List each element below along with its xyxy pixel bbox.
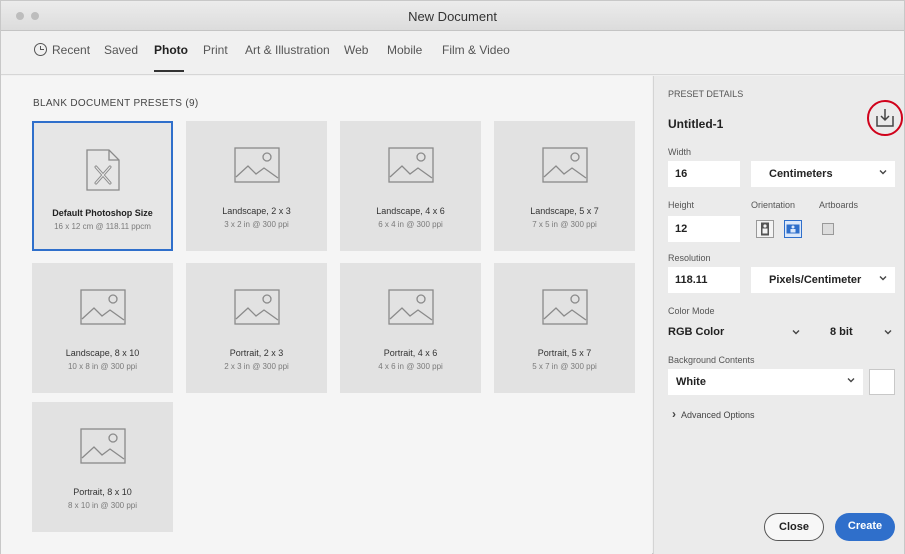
background-color-swatch[interactable] bbox=[869, 369, 895, 395]
highlight-circle bbox=[867, 100, 903, 136]
image-placeholder-icon bbox=[233, 147, 280, 183]
color-mode-value: RGB Color bbox=[668, 326, 725, 338]
default-document-icon bbox=[85, 149, 120, 191]
landscape-icon bbox=[786, 224, 800, 234]
preset-card-portrait-4x6[interactable]: Portrait, 4 x 6 4 x 6 in @ 300 ppi bbox=[340, 263, 481, 393]
image-placeholder-icon bbox=[541, 147, 588, 183]
bit-depth-select[interactable]: 8 bit bbox=[830, 326, 894, 338]
background-value: White bbox=[676, 376, 706, 388]
tab-print[interactable]: Print bbox=[203, 43, 228, 57]
resolution-unit-value: Pixels/Centimeter bbox=[769, 274, 862, 286]
chevron-down-icon bbox=[792, 330, 800, 335]
image-placeholder-icon bbox=[541, 289, 588, 325]
preset-details-heading: PRESET DETAILS bbox=[668, 89, 744, 99]
create-button[interactable]: Create bbox=[835, 513, 895, 541]
resolution-label: Resolution bbox=[668, 253, 711, 263]
height-label: Height bbox=[668, 200, 695, 210]
preset-size: 10 x 8 in @ 300 ppi bbox=[67, 362, 138, 371]
preset-card-portrait-8x10[interactable]: Portrait, 8 x 10 8 x 10 in @ 300 ppi bbox=[32, 402, 173, 532]
width-label: Width bbox=[668, 147, 692, 157]
tab-art-illustration[interactable]: Art & Illustration bbox=[245, 43, 330, 57]
presets-heading: BLANK DOCUMENT PRESETS (9) bbox=[33, 98, 198, 109]
preset-size: 8 x 10 in @ 300 ppi bbox=[67, 501, 138, 510]
preset-name: Default Photoshop Size bbox=[52, 208, 153, 218]
preset-card-landscape-5x7[interactable]: Landscape, 5 x 7 7 x 5 in @ 300 ppi bbox=[494, 121, 635, 251]
active-tab-indicator bbox=[154, 70, 184, 72]
image-placeholder-icon bbox=[79, 428, 126, 464]
preset-card-default[interactable]: Default Photoshop Size 16 x 12 cm @ 118.… bbox=[32, 121, 173, 251]
image-placeholder-icon bbox=[79, 289, 126, 325]
clock-icon bbox=[34, 43, 47, 56]
category-tabs: Recent Saved Photo Print Art & Illustrat… bbox=[1, 32, 904, 75]
tab-photo[interactable]: Photo bbox=[154, 43, 188, 57]
chevron-down-icon bbox=[879, 170, 887, 175]
tab-recent[interactable]: Recent bbox=[34, 43, 90, 57]
presets-count: (9) bbox=[185, 98, 199, 109]
orientation-label: Orientation bbox=[751, 200, 796, 210]
preset-size: 2 x 3 in @ 300 ppi bbox=[224, 362, 289, 371]
landscape-orientation-button[interactable] bbox=[784, 220, 802, 238]
close-button[interactable]: Close bbox=[764, 513, 824, 541]
preset-card-landscape-8x10[interactable]: Landscape, 8 x 10 10 x 8 in @ 300 ppi bbox=[32, 263, 173, 393]
image-placeholder-icon bbox=[387, 147, 434, 183]
tab-web[interactable]: Web bbox=[344, 43, 368, 57]
preset-card-landscape-2x3[interactable]: Landscape, 2 x 3 3 x 2 in @ 300 ppi bbox=[186, 121, 327, 251]
advanced-options-toggle[interactable]: Advanced Options bbox=[672, 407, 755, 421]
tab-saved[interactable]: Saved bbox=[104, 43, 138, 57]
color-mode-label: Color Mode bbox=[668, 306, 715, 316]
presets-heading-label: BLANK DOCUMENT PRESETS bbox=[33, 98, 183, 109]
background-label: Background Contents bbox=[668, 355, 755, 365]
width-unit-value: Centimeters bbox=[769, 168, 833, 180]
preset-name: Landscape, 5 x 7 bbox=[530, 206, 599, 216]
chevron-down-icon bbox=[879, 276, 887, 281]
width-input[interactable]: 16 bbox=[668, 161, 740, 187]
artboards-label: Artboards bbox=[819, 200, 859, 210]
chevron-down-icon bbox=[847, 378, 855, 383]
preset-size: 3 x 2 in @ 300 ppi bbox=[224, 220, 289, 229]
color-mode-select[interactable]: RGB Color bbox=[668, 326, 808, 338]
preset-card-landscape-4x6[interactable]: Landscape, 4 x 6 6 x 4 in @ 300 ppi bbox=[340, 121, 481, 251]
image-placeholder-icon bbox=[387, 289, 434, 325]
title-bar: New Document bbox=[1, 1, 904, 31]
preset-name: Portrait, 4 x 6 bbox=[383, 348, 438, 358]
tab-mobile[interactable]: Mobile bbox=[387, 43, 422, 57]
background-select[interactable]: White bbox=[668, 369, 863, 395]
preset-size: 5 x 7 in @ 300 ppi bbox=[532, 362, 597, 371]
portrait-orientation-button[interactable] bbox=[756, 220, 774, 238]
resolution-input[interactable]: 118.11 bbox=[668, 267, 740, 293]
preset-name: Landscape, 2 x 3 bbox=[222, 206, 291, 216]
preset-name: Portrait, 2 x 3 bbox=[229, 348, 284, 358]
preset-card-portrait-2x3[interactable]: Portrait, 2 x 3 2 x 3 in @ 300 ppi bbox=[186, 263, 327, 393]
document-name-field[interactable]: Untitled-1 bbox=[668, 112, 854, 138]
width-unit-select[interactable]: Centimeters bbox=[751, 161, 895, 187]
preset-size: 16 x 12 cm @ 118.11 ppcm bbox=[54, 222, 151, 231]
image-placeholder-icon bbox=[233, 289, 280, 325]
preset-size: 7 x 5 in @ 300 ppi bbox=[532, 220, 597, 229]
preset-size: 6 x 4 in @ 300 ppi bbox=[378, 220, 443, 229]
preset-card-portrait-5x7[interactable]: Portrait, 5 x 7 5 x 7 in @ 300 ppi bbox=[494, 263, 635, 393]
portrait-icon bbox=[761, 222, 769, 236]
new-document-dialog: New Document Recent Saved Photo Print Ar… bbox=[0, 0, 905, 554]
preset-name: Landscape, 8 x 10 bbox=[65, 348, 140, 358]
height-input[interactable]: 12 bbox=[668, 216, 740, 242]
chevron-down-icon bbox=[884, 330, 892, 335]
preset-name: Portrait, 5 x 7 bbox=[537, 348, 592, 358]
tab-recent-label: Recent bbox=[52, 43, 91, 57]
window-title: New Document bbox=[408, 9, 497, 24]
presets-panel: BLANK DOCUMENT PRESETS (9) Default Photo… bbox=[1, 76, 652, 554]
preset-name: Landscape, 4 x 6 bbox=[376, 206, 445, 216]
preset-name: Portrait, 8 x 10 bbox=[73, 487, 132, 497]
resolution-unit-select[interactable]: Pixels/Centimeter bbox=[751, 267, 895, 293]
tab-film-video[interactable]: Film & Video bbox=[442, 43, 510, 57]
bit-depth-value: 8 bit bbox=[830, 326, 853, 338]
artboards-checkbox[interactable] bbox=[822, 223, 834, 235]
preset-size: 4 x 6 in @ 300 ppi bbox=[378, 362, 443, 371]
preset-details-panel: PRESET DETAILS Untitled-1 Width 16 Centi… bbox=[653, 76, 904, 554]
